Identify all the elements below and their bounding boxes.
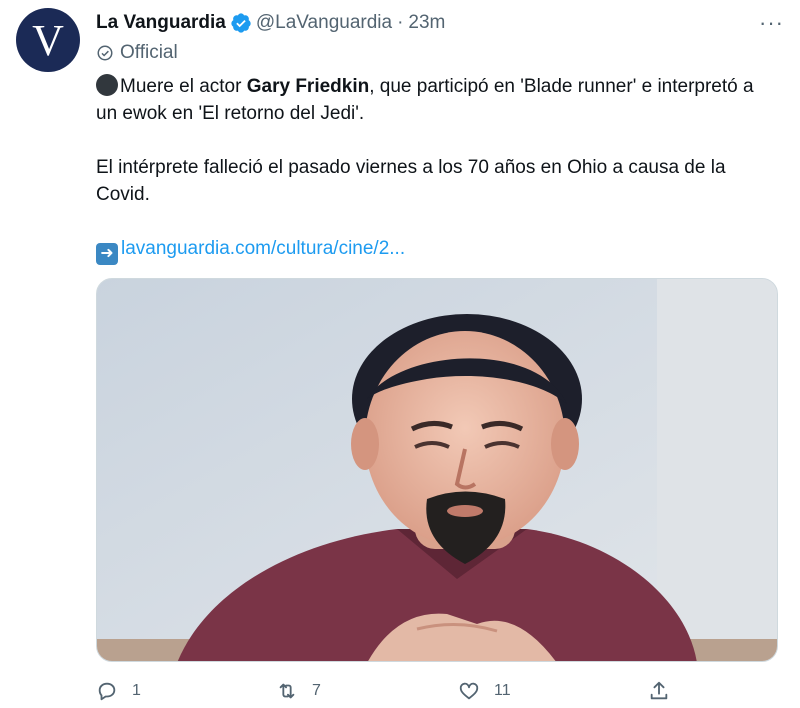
- tweet-paragraph-1: Muere el actor Gary Friedkin, que partic…: [96, 73, 776, 127]
- reply-button[interactable]: 1: [96, 680, 141, 702]
- official-badge: Official: [96, 42, 178, 64]
- verified-badge-icon: [231, 13, 251, 33]
- share-button[interactable]: [648, 680, 670, 702]
- like-icon: [459, 682, 479, 700]
- tweet-actions: 1 7 11: [96, 680, 686, 708]
- account-handle[interactable]: @LaVanguardia: [256, 12, 392, 34]
- avatar-letter: V: [32, 15, 64, 65]
- actor-name: Gary Friedkin: [246, 76, 370, 97]
- timestamp[interactable]: 23m: [408, 12, 445, 34]
- official-label: Official: [120, 42, 178, 63]
- account-name[interactable]: La Vanguardia: [96, 12, 226, 34]
- retweet-icon: [279, 683, 295, 699]
- actor-photo: [97, 279, 777, 661]
- separator: ·: [397, 12, 404, 33]
- share-icon: [650, 681, 668, 700]
- like-count: 11: [494, 682, 511, 699]
- reply-icon: [98, 682, 116, 701]
- reply-count: 1: [132, 682, 141, 699]
- like-button[interactable]: 11: [458, 680, 511, 702]
- retweet-count: 7: [312, 682, 321, 699]
- retweet-button[interactable]: 7: [276, 680, 321, 702]
- tweet-paragraph-2: El intérprete falleció el pasado viernes…: [96, 157, 726, 205]
- text-before-name: Muere el actor: [120, 76, 247, 97]
- article-link[interactable]: lavanguardia.com/cultura/cine/2...: [121, 238, 405, 259]
- tweet-text: Muere el actor Gary Friedkin, que partic…: [96, 73, 776, 265]
- avatar[interactable]: V: [16, 8, 80, 72]
- tweet-link-row: ➜ lavanguardia.com/cultura/cine/2...: [96, 235, 776, 265]
- official-badge-icon: [97, 45, 113, 61]
- tweet-image[interactable]: [96, 278, 778, 662]
- tweet-header: La Vanguardia @LaVanguardia · 23m: [96, 8, 780, 38]
- more-icon[interactable]: ···: [759, 10, 784, 36]
- right-arrow-emoji: ➜: [96, 242, 118, 265]
- black-circle-emoji: [96, 74, 118, 96]
